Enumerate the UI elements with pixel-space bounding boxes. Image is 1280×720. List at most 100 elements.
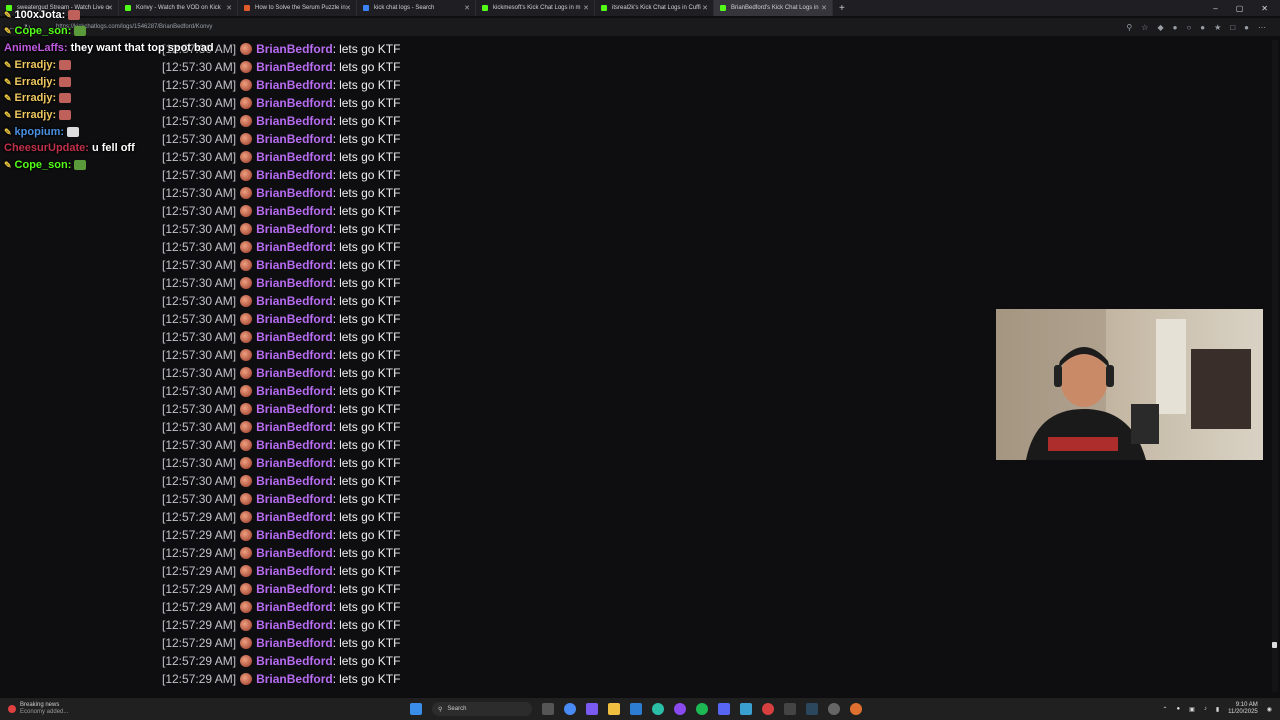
- app-icon[interactable]: [784, 703, 796, 715]
- username-link[interactable]: BrianBedford: [256, 294, 333, 308]
- zoom-icon[interactable]: ⚲: [1126, 23, 1132, 32]
- app-icon[interactable]: [850, 703, 862, 715]
- username-link[interactable]: BrianBedford: [256, 438, 333, 452]
- app-icon[interactable]: [762, 703, 774, 715]
- separator: :: [332, 132, 337, 146]
- edge-icon[interactable]: [652, 703, 664, 715]
- app-icon[interactable]: [674, 703, 686, 715]
- taskbar-search[interactable]: ⚲ Search: [432, 702, 532, 716]
- browser-tab[interactable]: itsreal2k's Kick Chat Logs in Cuffi ✕: [595, 0, 714, 16]
- tab-label: kickmesoft's Kick Chat Logs in m: [493, 5, 581, 11]
- username-link[interactable]: BrianBedford: [256, 78, 333, 92]
- username-link[interactable]: BrianBedford: [256, 330, 333, 344]
- username-link[interactable]: BrianBedford: [256, 492, 333, 506]
- user-avatar: [240, 97, 253, 109]
- username-link[interactable]: BrianBedford: [256, 204, 333, 218]
- browser-tab[interactable]: kick chat logs - Search ✕: [357, 0, 476, 16]
- new-tab-button[interactable]: +: [833, 3, 851, 14]
- username-link[interactable]: BrianBedford: [256, 654, 333, 668]
- scrollbar-thumb[interactable]: [1272, 642, 1277, 648]
- start-menu-icon[interactable]: [410, 703, 422, 715]
- overlay-message-text: they want that top spot bad: [70, 42, 214, 54]
- close-tab-icon[interactable]: ✕: [226, 4, 232, 12]
- browser-tab[interactable]: Konvy - Watch the VOD on Kick ✕: [119, 0, 238, 16]
- browser-tab[interactable]: kickmesoft's Kick Chat Logs in m ✕: [476, 0, 595, 16]
- settings-icon[interactable]: [828, 703, 840, 715]
- username-link[interactable]: BrianBedford: [256, 618, 333, 632]
- battery-icon[interactable]: ▮: [1216, 706, 1219, 713]
- spotify-icon[interactable]: [696, 703, 708, 715]
- minimize-icon[interactable]: –: [1213, 4, 1217, 13]
- chat-log-row: [12:57:29 AM] BrianBedford: lets go KTF: [162, 508, 582, 526]
- close-tab-icon[interactable]: ✕: [583, 4, 589, 12]
- username-link[interactable]: BrianBedford: [256, 276, 333, 290]
- close-window-icon[interactable]: ✕: [1261, 4, 1268, 13]
- username-link[interactable]: BrianBedford: [256, 258, 333, 272]
- username-link[interactable]: BrianBedford: [256, 348, 333, 362]
- username-link[interactable]: BrianBedford: [256, 456, 333, 470]
- chrome-icon[interactable]: [564, 703, 576, 715]
- news-widget[interactable]: Breaking news Economy added...: [0, 702, 180, 716]
- username-link[interactable]: BrianBedford: [256, 474, 333, 488]
- username-link[interactable]: BrianBedford: [256, 150, 333, 164]
- extension-icon[interactable]: ○: [1186, 23, 1191, 32]
- maximize-icon[interactable]: ▢: [1236, 4, 1244, 13]
- microphone-icon[interactable]: ●: [1177, 706, 1181, 712]
- username-link[interactable]: BrianBedford: [256, 96, 333, 110]
- browser-tab[interactable]: How to Solve the Serum Puzzle in ✕: [238, 0, 357, 16]
- username-link[interactable]: BrianBedford: [256, 312, 333, 326]
- split-screen-icon[interactable]: □: [1230, 23, 1235, 32]
- browser-tab[interactable]: BrianBedford's Kick Chat Logs in ✕: [714, 0, 833, 16]
- username-link[interactable]: BrianBedford: [256, 60, 333, 74]
- task-view-icon[interactable]: [542, 703, 554, 715]
- username-link[interactable]: BrianBedford: [256, 546, 333, 560]
- close-tab-icon[interactable]: ✕: [464, 4, 470, 12]
- username-link[interactable]: BrianBedford: [256, 42, 333, 56]
- username-link[interactable]: BrianBedford: [256, 132, 333, 146]
- page-scrollbar[interactable]: [1272, 40, 1278, 692]
- discord-icon[interactable]: [718, 703, 730, 715]
- chevron-up-icon[interactable]: ⌃: [1163, 706, 1168, 713]
- notifications-icon[interactable]: ◉: [1267, 706, 1272, 713]
- profile-avatar[interactable]: ●: [1244, 23, 1249, 32]
- message-timestamp: [12:57:30 AM]: [162, 348, 237, 362]
- username-link[interactable]: BrianBedford: [256, 168, 333, 182]
- favorites-icon[interactable]: ★: [1214, 23, 1221, 32]
- steam-icon[interactable]: [806, 703, 818, 715]
- app-icon[interactable]: [630, 703, 642, 715]
- username-link[interactable]: BrianBedford: [256, 420, 333, 434]
- username-link[interactable]: BrianBedford: [256, 366, 333, 380]
- taskbar-clock[interactable]: 9:10 AM 11/20/2025: [1228, 702, 1258, 716]
- username-link[interactable]: BrianBedford: [256, 672, 333, 686]
- username-link[interactable]: BrianBedford: [256, 402, 333, 416]
- news-badge-icon: [8, 705, 16, 713]
- username-link[interactable]: BrianBedford: [256, 636, 333, 650]
- username-link[interactable]: BrianBedford: [256, 186, 333, 200]
- close-tab-icon[interactable]: ✕: [107, 4, 113, 12]
- app-icon[interactable]: [740, 703, 752, 715]
- address-bar[interactable]: ← ↻ https://kickchatlogs.com/logs/154628…: [0, 18, 1280, 36]
- close-tab-icon[interactable]: ✕: [821, 4, 827, 12]
- username-link[interactable]: BrianBedford: [256, 528, 333, 542]
- username-link[interactable]: BrianBedford: [256, 582, 333, 596]
- username-link[interactable]: BrianBedford: [256, 564, 333, 578]
- extension-icon[interactable]: ●: [1200, 23, 1205, 32]
- app-icon[interactable]: [586, 703, 598, 715]
- extension-icon[interactable]: ◆: [1157, 23, 1163, 32]
- close-tab-icon[interactable]: ✕: [702, 4, 708, 12]
- volume-icon[interactable]: ♪: [1204, 706, 1207, 712]
- close-tab-icon[interactable]: ✕: [345, 4, 351, 12]
- separator: :: [332, 312, 337, 326]
- tab-favicon-icon: [720, 5, 726, 11]
- file-explorer-icon[interactable]: [608, 703, 620, 715]
- username-link[interactable]: BrianBedford: [256, 114, 333, 128]
- more-menu-icon[interactable]: ⋯: [1258, 23, 1266, 32]
- username-link[interactable]: BrianBedford: [256, 510, 333, 524]
- network-icon[interactable]: ▣: [1189, 706, 1195, 713]
- username-link[interactable]: BrianBedford: [256, 240, 333, 254]
- extension-icon[interactable]: ●: [1173, 23, 1178, 32]
- username-link[interactable]: BrianBedford: [256, 222, 333, 236]
- username-link[interactable]: BrianBedford: [256, 384, 333, 398]
- username-link[interactable]: BrianBedford: [256, 600, 333, 614]
- bookmark-star-icon[interactable]: ☆: [1141, 23, 1148, 32]
